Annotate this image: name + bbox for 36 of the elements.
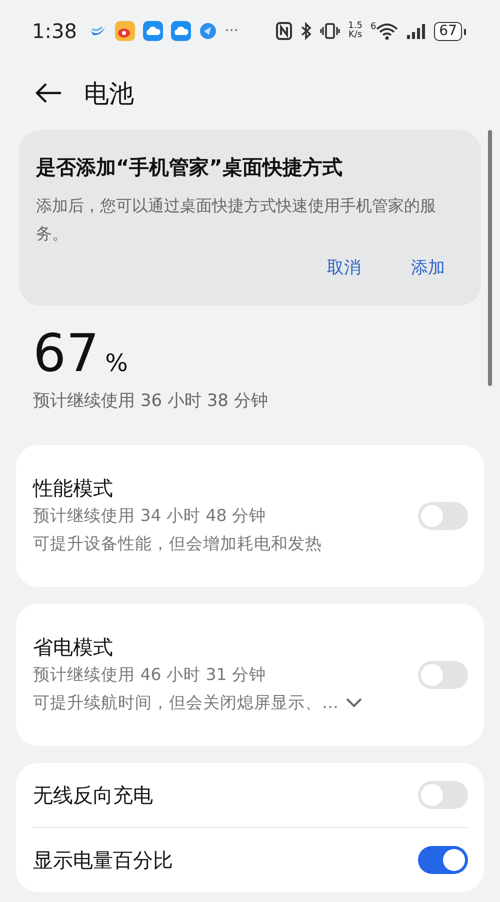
- wifi-icon: [376, 22, 398, 40]
- more-notifications: ···: [224, 23, 238, 39]
- cloud-icon[interactable]: [142, 21, 163, 41]
- signal-icon: [406, 23, 426, 39]
- cancel-button[interactable]: 取消: [321, 252, 367, 283]
- setting-description: 可提升续航时间，但会关闭熄屏显示、…: [33, 692, 338, 714]
- battery-percent: 67: [33, 326, 100, 382]
- back-button[interactable]: [34, 82, 62, 104]
- battery-estimate: 预计继续使用 36 小时 38 分钟: [33, 390, 269, 413]
- setting-estimate: 预计继续使用 34 小时 48 分钟: [33, 505, 267, 527]
- dialog-title: 是否添加“手机管家”桌面快捷方式: [36, 154, 344, 181]
- setting-title: 省电模式: [33, 634, 114, 661]
- speed-value: 1.5: [348, 22, 362, 31]
- nfc-icon: [276, 22, 292, 40]
- setting-title: 性能模式: [33, 475, 114, 502]
- add-button[interactable]: 添加: [405, 252, 451, 283]
- percent-unit: %: [105, 349, 128, 377]
- wifi-number-label: 6: [370, 22, 376, 32]
- toggle-switch[interactable]: [418, 846, 468, 874]
- bluetooth-icon: [300, 22, 312, 40]
- vibrate-icon: [320, 22, 340, 40]
- cloud-icon[interactable]: [170, 21, 191, 41]
- globe-icon[interactable]: [198, 22, 217, 40]
- speed-unit: K/s: [348, 31, 362, 40]
- page-title: 电池: [84, 78, 134, 110]
- dialog-message: 添加后，您可以通过桌面快捷方式快速使用手机管家的服务。: [36, 195, 436, 245]
- setting-description: 可提升设备性能，但会增加耗电和发热: [33, 533, 322, 555]
- chevron-icon[interactable]: [344, 697, 362, 709]
- setting-title: 无线反向充电: [33, 782, 153, 809]
- toggle-switch[interactable]: [418, 661, 468, 689]
- clock-time: 1:38: [32, 19, 77, 43]
- setting-estimate: 预计继续使用 46 小时 31 分钟: [33, 664, 267, 686]
- eye-icon[interactable]: [114, 21, 135, 41]
- setting-title: 显示电量百分比: [33, 847, 173, 874]
- toggle-switch[interactable]: [418, 781, 468, 809]
- toggle-switch[interactable]: [418, 502, 468, 530]
